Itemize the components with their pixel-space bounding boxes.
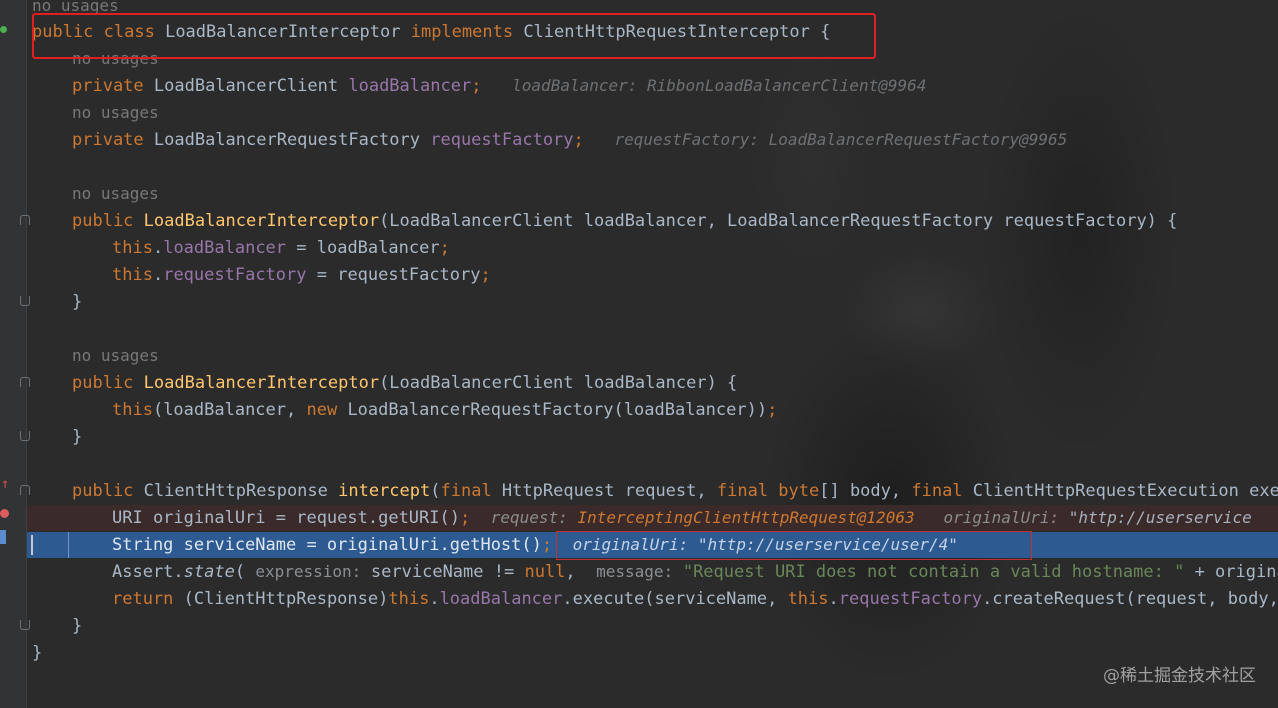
inline-debug-value: loadBalancer: RibbonLoadBalancerClient@9… xyxy=(512,76,927,95)
closing-brace[interactable]: } xyxy=(72,613,82,639)
constructor-declaration-line[interactable]: public LoadBalancerInterceptor(LoadBalan… xyxy=(72,208,1177,234)
code-editor[interactable]: ↑ no usages public class LoadBalancerInt… xyxy=(0,0,1278,708)
fold-icon[interactable] xyxy=(20,296,30,306)
closing-brace[interactable]: } xyxy=(32,640,42,666)
usage-hint[interactable]: no usages xyxy=(72,343,159,369)
code-line[interactable]: this(loadBalancer, new LoadBalancerReque… xyxy=(112,397,777,423)
inline-debug-value: requestFactory: LoadBalancerRequestFacto… xyxy=(614,130,1068,149)
constructor-declaration-line[interactable]: public LoadBalancerInterceptor(LoadBalan… xyxy=(72,370,737,396)
annotation-highlight-box xyxy=(32,13,876,59)
text-caret xyxy=(31,535,33,555)
fold-icon[interactable] xyxy=(20,620,30,630)
code-line[interactable]: Assert.state( expression: serviceName !=… xyxy=(112,559,1278,585)
usage-hint[interactable]: no usages xyxy=(72,181,159,207)
fold-icon[interactable] xyxy=(20,377,30,387)
fold-icon[interactable] xyxy=(20,485,30,495)
breakpoint-icon[interactable] xyxy=(0,509,9,518)
watermark: @稀土掘金技术社区 xyxy=(1103,666,1256,686)
annotation-highlight-box xyxy=(556,531,1032,560)
field-declaration-line[interactable]: private LoadBalancerRequestFactory reque… xyxy=(72,127,1067,153)
execution-point-icon xyxy=(0,530,6,544)
parameter-hint: expression: xyxy=(255,562,371,581)
inline-debug-value: request: InterceptingClientHttpRequest@1… xyxy=(490,508,1252,527)
code-line[interactable]: this.loadBalancer = loadBalancer; xyxy=(112,235,450,261)
editor-gutter[interactable]: ↑ xyxy=(0,0,30,708)
field-declaration-line[interactable]: private LoadBalancerClient loadBalancer;… xyxy=(72,73,926,99)
code-line[interactable]: return (ClientHttpResponse)this.loadBala… xyxy=(112,586,1278,612)
closing-brace[interactable]: } xyxy=(72,289,82,315)
breakpoint-code-line[interactable]: URI originalUri = request.getURI(); requ… xyxy=(112,505,1252,531)
fold-icon[interactable] xyxy=(20,431,30,441)
code-line[interactable]: this.requestFactory = requestFactory; xyxy=(112,262,491,288)
closing-brace[interactable]: } xyxy=(72,424,82,450)
parameter-hint: message: xyxy=(596,562,683,581)
usage-hint[interactable]: no usages xyxy=(72,100,159,126)
implementation-marker-icon[interactable] xyxy=(0,26,7,33)
method-declaration-line[interactable]: public ClientHttpResponse intercept(fina… xyxy=(72,478,1278,504)
indent-guide xyxy=(68,532,69,558)
override-arrow-icon[interactable]: ↑ xyxy=(1,476,9,492)
fold-icon[interactable] xyxy=(20,215,30,225)
